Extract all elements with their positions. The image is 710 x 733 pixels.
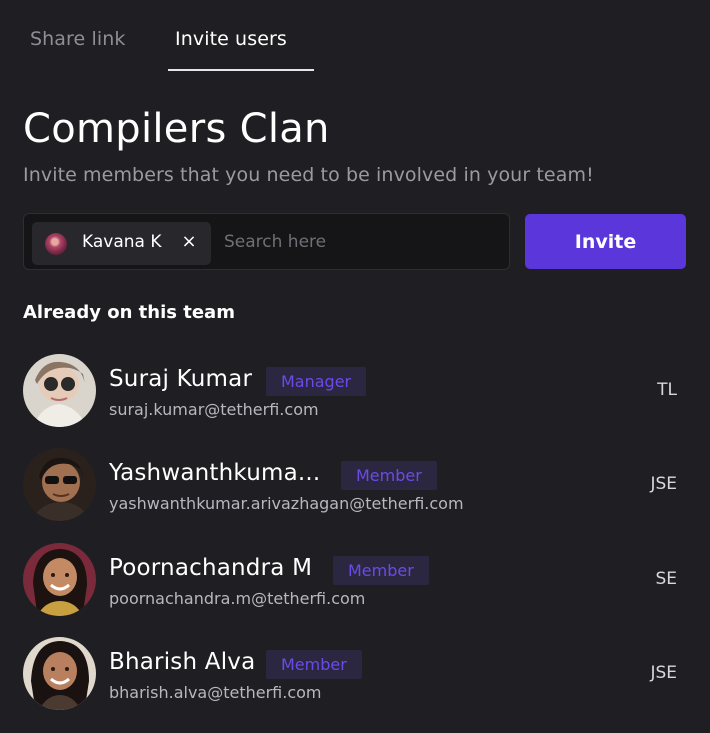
member-email: yashwanthkumar.arivazhagan@tetherfi.com bbox=[109, 494, 464, 513]
role-badge: Member bbox=[266, 650, 362, 679]
member-designation: JSE bbox=[650, 474, 677, 494]
team-subtitle: Invite members that you need to be invol… bbox=[23, 164, 594, 186]
avatar bbox=[23, 543, 96, 616]
avatar bbox=[23, 448, 96, 521]
member-designation: TL bbox=[657, 380, 677, 400]
member-designation: JSE bbox=[650, 663, 677, 683]
avatar bbox=[23, 637, 96, 710]
chip-user-name: Kavana K bbox=[82, 232, 162, 252]
invite-button[interactable]: Invite bbox=[525, 214, 686, 269]
search-input[interactable] bbox=[224, 224, 494, 260]
member-name: Poornachandra M bbox=[109, 555, 313, 581]
active-tab-indicator bbox=[168, 69, 314, 71]
tab-bar: Share link Invite users bbox=[0, 0, 710, 72]
member-row: Suraj Kumar Manager suraj.kumar@tetherfi… bbox=[0, 354, 710, 434]
member-name: Yashwanthkuma... bbox=[109, 460, 321, 486]
invite-search-box[interactable]: Kavana K × bbox=[23, 213, 510, 270]
member-name: Bharish Alva bbox=[109, 649, 256, 675]
member-row: Bharish Alva Member bharish.alva@tetherf… bbox=[0, 637, 710, 717]
tab-share-link[interactable]: Share link bbox=[30, 28, 125, 50]
member-email: bharish.alva@tetherfi.com bbox=[109, 683, 322, 702]
member-email: poornachandra.m@tetherfi.com bbox=[109, 589, 366, 608]
chip-avatar bbox=[45, 233, 67, 255]
member-row: Poornachandra M Member poornachandra.m@t… bbox=[0, 543, 710, 623]
team-title: Compilers Clan bbox=[23, 106, 330, 152]
role-badge: Member bbox=[341, 461, 437, 490]
member-name: Suraj Kumar bbox=[109, 366, 253, 392]
member-row: Yashwanthkuma... Member yashwanthkumar.a… bbox=[0, 448, 710, 528]
tab-invite-users[interactable]: Invite users bbox=[175, 28, 287, 50]
members-heading: Already on this team bbox=[23, 302, 235, 323]
role-badge: Member bbox=[333, 556, 429, 585]
close-icon[interactable]: × bbox=[180, 232, 198, 252]
member-designation: SE bbox=[655, 569, 677, 589]
selected-user-chip: Kavana K × bbox=[32, 222, 211, 265]
member-email: suraj.kumar@tetherfi.com bbox=[109, 400, 319, 419]
role-badge: Manager bbox=[266, 367, 367, 396]
avatar bbox=[23, 354, 96, 427]
